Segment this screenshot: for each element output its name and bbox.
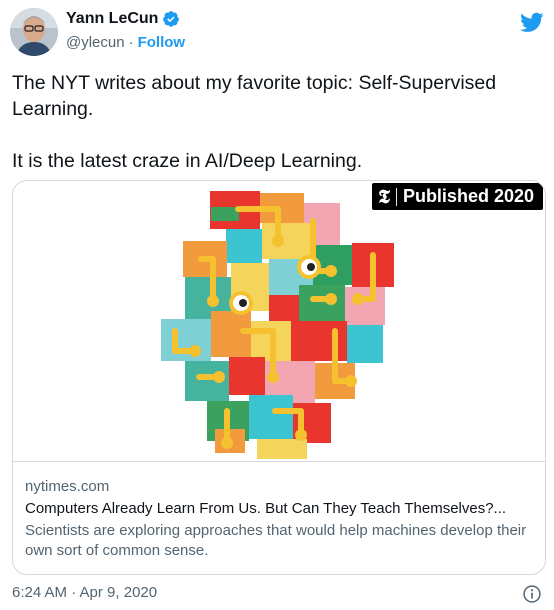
card-description: Scientists are exploring approaches that… [25,522,527,559]
author-handle[interactable]: @ylecun [66,34,125,51]
tweet-text: The NYT writes about my favorite topic: … [12,70,542,174]
author-handle-row: @ylecun · Follow [66,34,185,51]
tweet-paragraph: It is the latest craze in AI/Deep Learni… [12,150,363,172]
follow-button[interactable]: Follow [138,34,186,51]
info-icon[interactable] [522,584,542,604]
link-preview-card[interactable]: 𝕿 Published 2020 nytimes.com Computers A… [12,180,546,575]
card-title: Computers Already Learn From Us. But Can… [25,500,507,517]
published-badge: 𝕿 Published 2020 [372,183,543,210]
tweet-timestamp[interactable]: 6:24 AM · Apr 9, 2020 [12,584,157,601]
card-divider [13,461,545,462]
badge-divider [395,187,397,206]
verified-badge-icon [163,11,180,27]
circuit-head-illustration [161,191,394,459]
author-display-name[interactable]: Yann LeCun [66,10,158,28]
card-domain: nytimes.com [25,478,110,495]
twitter-bird-icon[interactable] [520,10,544,34]
tweet-paragraph: The NYT writes about my favorite topic: … [12,72,497,120]
avatar-photo [10,8,58,56]
author-name-row: Yann LeCun [66,10,180,28]
separator-dot: · [128,34,134,51]
nyt-logo-icon: 𝕿 [378,185,390,208]
tweet: Yann LeCun @ylecun · Follow The NYT writ… [0,0,554,610]
avatar[interactable] [10,8,58,56]
badge-text: Published 2020 [402,186,534,206]
card-meta: nytimes.com Computers Already Learn From… [25,477,535,561]
card-image: 𝕿 Published 2020 [13,181,545,461]
